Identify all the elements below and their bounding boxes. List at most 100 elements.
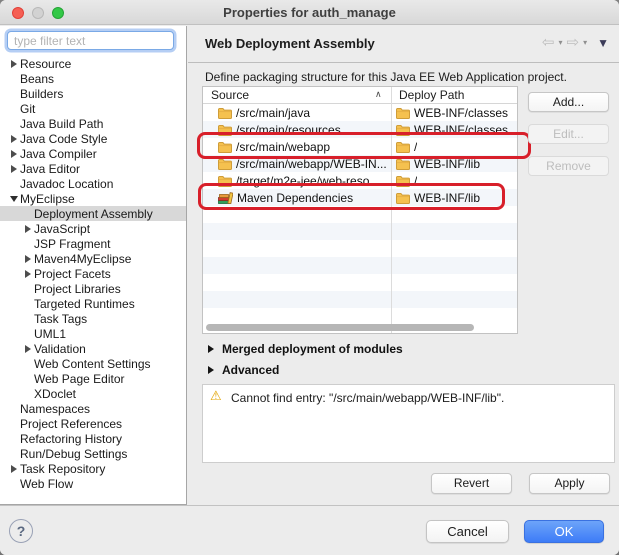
add-button[interactable]: Add...: [528, 92, 609, 112]
sidebar-item-maven4myeclipse[interactable]: Maven4MyEclipse: [0, 251, 186, 266]
sidebar-item-project-references[interactable]: Project References: [0, 416, 186, 431]
table-row-target-m2e-jee-web-reso[interactable]: /target/m2e-jee/web-reso.../: [203, 172, 517, 189]
sidebar-item-java-build-path[interactable]: Java Build Path: [0, 116, 186, 131]
library-icon: [218, 192, 233, 204]
sidebar-item-namespaces[interactable]: Namespaces: [0, 401, 186, 416]
collapsed-arrow-icon: [25, 345, 31, 353]
sidebar-item-label: JavaScript: [34, 222, 90, 236]
column-header-source[interactable]: Source: [211, 88, 249, 102]
table-row-src-main-resources[interactable]: /src/main/resourcesWEB-INF/classes: [203, 121, 517, 138]
sidebar-item-java-editor[interactable]: Java Editor: [0, 161, 186, 176]
collapsed-arrow-icon[interactable]: [208, 366, 214, 374]
sidebar-item-label: Web Content Settings: [34, 357, 151, 371]
collapsed-arrow-icon: [11, 150, 17, 158]
sidebar-item-run-debug-settings[interactable]: Run/Debug Settings: [0, 446, 186, 461]
sidebar-item-builders[interactable]: Builders: [0, 86, 186, 101]
deploy-path-cell: WEB-INF/lib: [391, 157, 480, 171]
folder-icon: [396, 141, 410, 153]
horizontal-scrollbar-thumb[interactable]: [206, 324, 474, 331]
forward-caret-icon[interactable]: ▾: [583, 39, 587, 47]
view-menu-icon[interactable]: ▼: [597, 37, 609, 49]
sidebar-item-targeted-runtimes[interactable]: Targeted Runtimes: [0, 296, 186, 311]
cell-text: WEB-INF/classes: [414, 106, 508, 120]
revert-button[interactable]: Revert: [431, 473, 512, 494]
collapsed-arrow-icon: [25, 270, 31, 278]
section-advanced[interactable]: Advanced: [208, 363, 279, 377]
help-button[interactable]: ?: [9, 519, 33, 543]
filter-input[interactable]: [7, 31, 174, 50]
sidebar-item-label: UML1: [34, 327, 66, 341]
section-label: Advanced: [222, 363, 279, 377]
sidebar-item-project-facets[interactable]: Project Facets: [0, 266, 186, 281]
collapsed-arrow-icon[interactable]: [8, 60, 20, 68]
deploy-path-cell: /: [391, 140, 417, 154]
sidebar-item-uml1[interactable]: UML1: [0, 326, 186, 341]
back-caret-icon[interactable]: ▾: [559, 39, 563, 47]
sort-ascending-icon: ∧: [375, 89, 382, 100]
cell-text: /target/m2e-jee/web-reso...: [236, 174, 379, 188]
sidebar-item-validation[interactable]: Validation: [0, 341, 186, 356]
sidebar-item-task-tags[interactable]: Task Tags: [0, 311, 186, 326]
expanded-arrow-icon: [10, 196, 18, 202]
apply-button[interactable]: Apply: [529, 473, 610, 494]
table-body: /src/main/java WEB-INF/classes/src/main/r…: [203, 104, 517, 325]
table-empty-row: [203, 308, 517, 325]
column-header-deploy-path[interactable]: Deploy Path: [399, 88, 464, 102]
collapsed-arrow-icon[interactable]: [8, 465, 20, 473]
sidebar-item-xdoclet[interactable]: XDoclet: [0, 386, 186, 401]
sidebar-item-label: Resource: [20, 57, 71, 71]
table-empty-row: [203, 206, 517, 223]
collapsed-arrow-icon[interactable]: [22, 255, 34, 263]
sidebar-item-resource[interactable]: Resource: [0, 56, 186, 71]
sidebar-item-label: Namespaces: [20, 402, 90, 416]
sidebar-item-javascript[interactable]: JavaScript: [0, 221, 186, 236]
sidebar-item-label: Validation: [34, 342, 86, 356]
sidebar-item-web-content-settings[interactable]: Web Content Settings: [0, 356, 186, 371]
expanded-arrow-icon[interactable]: [8, 196, 20, 202]
sidebar-item-web-flow[interactable]: Web Flow: [0, 476, 186, 491]
collapsed-arrow-icon[interactable]: [22, 225, 34, 233]
cell-text: /src/main/java: [236, 106, 310, 120]
ok-button[interactable]: OK: [524, 520, 604, 543]
table-row-maven-dependencies[interactable]: Maven DependenciesWEB-INF/lib: [203, 189, 517, 206]
column-divider[interactable]: [391, 87, 392, 333]
sidebar-item-deployment-assembly[interactable]: Deployment Assembly: [0, 206, 186, 221]
sidebar-item-myeclipse[interactable]: MyEclipse: [0, 191, 186, 206]
footer-bar: ? Cancel OK: [0, 505, 619, 555]
section-merged-deployment[interactable]: Merged deployment of modules: [208, 342, 403, 356]
collapsed-arrow-icon[interactable]: [22, 270, 34, 278]
folder-icon: [396, 124, 410, 136]
sidebar-item-javadoc-location[interactable]: Javadoc Location: [0, 176, 186, 191]
page-title: Web Deployment Assembly: [205, 36, 375, 51]
sidebar-item-refactoring-history[interactable]: Refactoring History: [0, 431, 186, 446]
sidebar-item-label: Project Facets: [34, 267, 111, 281]
sidebar-item-jsp-fragment[interactable]: JSP Fragment: [0, 236, 186, 251]
table-empty-row: [203, 240, 517, 257]
folder-icon: [218, 141, 232, 153]
forward-arrow-icon[interactable]: ⇨: [567, 35, 580, 50]
sidebar-item-project-libraries[interactable]: Project Libraries: [0, 281, 186, 296]
sidebar-item-task-repository[interactable]: Task Repository: [0, 461, 186, 476]
sidebar-item-beans[interactable]: Beans: [0, 71, 186, 86]
sidebar-item-web-page-editor[interactable]: Web Page Editor: [0, 371, 186, 386]
sidebar-item-java-compiler[interactable]: Java Compiler: [0, 146, 186, 161]
edit-button[interactable]: Edit...: [528, 124, 609, 144]
deployment-assembly-table[interactable]: Source ∧ Deploy Path /src/main/java WEB-I…: [202, 86, 518, 334]
back-arrow-icon[interactable]: ⇦: [542, 35, 555, 50]
collapsed-arrow-icon[interactable]: [8, 135, 20, 143]
collapsed-arrow-icon[interactable]: [8, 165, 20, 173]
sidebar-item-git[interactable]: Git: [0, 101, 186, 116]
remove-button[interactable]: Remove: [528, 156, 609, 176]
sidebar-item-java-code-style[interactable]: Java Code Style: [0, 131, 186, 146]
collapsed-arrow-icon[interactable]: [22, 345, 34, 353]
table-row-src-main-webapp[interactable]: /src/main/webapp/: [203, 138, 517, 155]
collapsed-arrow-icon: [11, 135, 17, 143]
source-cell: /src/main/resources: [203, 123, 391, 137]
collapsed-arrow-icon[interactable]: [8, 150, 20, 158]
table-row-src-main-java[interactable]: /src/main/java WEB-INF/classes: [203, 104, 517, 121]
sidebar-item-label: Java Compiler: [20, 147, 97, 161]
table-empty-row: [203, 291, 517, 308]
table-row-src-main-webapp-web-in[interactable]: /src/main/webapp/WEB-IN...WEB-INF/lib: [203, 155, 517, 172]
cancel-button[interactable]: Cancel: [426, 520, 509, 543]
collapsed-arrow-icon[interactable]: [208, 345, 214, 353]
